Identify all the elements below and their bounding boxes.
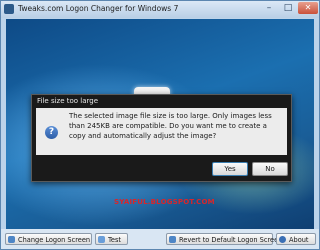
dialog-title: File size too large	[37, 97, 99, 105]
no-button[interactable]: No	[252, 162, 288, 176]
image-icon	[8, 236, 15, 243]
about-button[interactable]: About	[276, 233, 316, 245]
close-button[interactable]: ✕	[298, 2, 318, 14]
test-label: Test	[108, 236, 121, 244]
revert-default-button[interactable]: Revert to Default Logon Screen	[166, 233, 282, 245]
dialog-footer: Yes No	[36, 157, 288, 177]
revert-icon	[169, 236, 176, 243]
about-label: About	[289, 236, 309, 244]
window-title: Tweaks.com Logon Changer for Windows 7	[18, 4, 179, 13]
dialog-body: ? The selected image file size is too la…	[36, 108, 287, 155]
watermark-text: SYAIFUL.BLOGSPOT.COM	[114, 198, 215, 206]
monitor-icon	[98, 236, 105, 243]
test-button[interactable]: Test	[95, 233, 128, 245]
app-icon	[4, 4, 14, 14]
question-icon: ?	[45, 126, 58, 139]
change-logon-screen-button[interactable]: Change Logon Screen	[5, 233, 92, 245]
message-dialog: File size too large ? The selected image…	[31, 94, 292, 182]
revert-default-label: Revert to Default Logon Screen	[179, 236, 283, 244]
change-logon-screen-label: Change Logon Screen	[18, 236, 91, 244]
yes-button[interactable]: Yes	[212, 162, 248, 176]
bottom-toolbar: Change Logon Screen Test Revert to Defau…	[1, 229, 319, 249]
dialog-message: The selected image file size is too larg…	[69, 112, 272, 140]
minimize-button[interactable]: –	[260, 2, 278, 14]
info-icon	[279, 236, 286, 243]
app-window: Tweaks.com Logon Changer for Windows 7 –…	[0, 0, 320, 250]
maximize-button[interactable]: □	[279, 2, 297, 14]
title-bar[interactable]: Tweaks.com Logon Changer for Windows 7 –…	[1, 1, 319, 18]
